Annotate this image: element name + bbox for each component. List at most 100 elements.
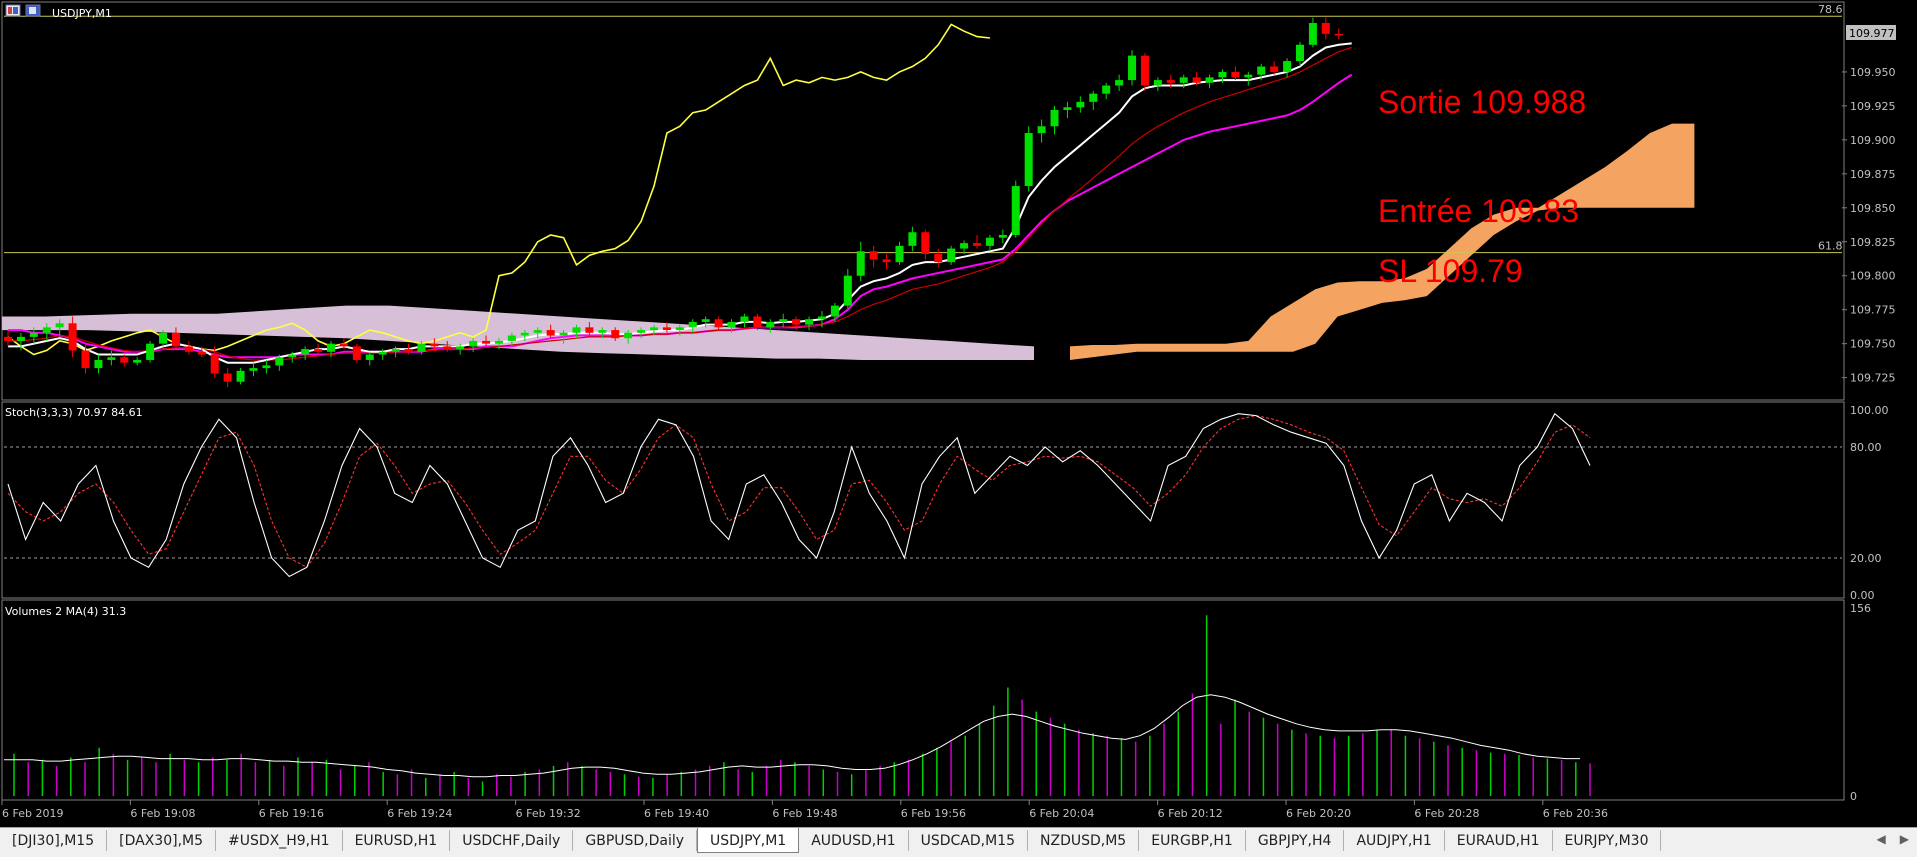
candle-body (973, 243, 981, 246)
volume-tick-label: 0 (1850, 790, 1857, 803)
tab-eurusd-h1[interactable]: EURUSD,H1 (343, 830, 451, 851)
tab-usdcad-m15[interactable]: USDCAD,M15 (909, 830, 1029, 851)
candle-body (598, 330, 607, 333)
candle-body (443, 346, 452, 350)
candle-body (507, 335, 516, 341)
price-tick-label: 109.725 (1850, 372, 1896, 385)
candle-body (688, 321, 697, 328)
candle-body (559, 332, 568, 336)
candle-body (1050, 109, 1059, 127)
candle-body (1076, 101, 1085, 108)
triangle-right-icon[interactable]: ▶ (1900, 832, 1909, 846)
mt4-chart[interactable]: 78.6 61.8 109.950 109.925 109.900 109.875 109… (0, 0, 1917, 827)
candle-body (843, 275, 852, 306)
price-tick-label: 109.800 (1850, 270, 1896, 283)
candle-body (520, 332, 529, 336)
candle-body (494, 340, 503, 344)
tab-euraud-h1[interactable]: EURAUD,H1 (1445, 830, 1553, 851)
candle-body (404, 349, 413, 352)
time-tick-label: 6 Feb 2019 (2, 807, 63, 820)
candle-body (533, 330, 542, 333)
candle-body (1024, 133, 1033, 187)
candle-body (1321, 23, 1330, 34)
chart-tab-bar: [DJI30],M15 [DAX30],M5 #USDX_H9,H1 EURUSD,H… (0, 827, 1917, 857)
candle-body (792, 319, 801, 325)
price-tick-label: 109.875 (1850, 168, 1896, 181)
time-tick-label: 6 Feb 19:32 (516, 807, 581, 820)
tab-dji30-m15[interactable]: [DJI30],M15 (0, 830, 108, 851)
candle-body (1308, 23, 1317, 45)
candle-body (68, 323, 77, 351)
candle-body (456, 346, 465, 350)
time-tick-label: 6 Feb 20:04 (1029, 807, 1094, 820)
stoch-tick-label: 100.00 (1850, 404, 1889, 417)
candle-body (572, 327, 581, 333)
candle-body (4, 336, 12, 341)
candle-body (365, 354, 374, 360)
candle-body (184, 346, 193, 352)
candle-body (1037, 126, 1046, 134)
candle-body (1283, 61, 1292, 72)
candle-body (16, 336, 25, 341)
price-tick-label: 109.900 (1850, 134, 1896, 147)
triangle-left-icon[interactable]: ◀ (1877, 832, 1886, 846)
fib-label: 78.6 (1818, 3, 1843, 16)
tab-dax30-m5[interactable]: [DAX30],M5 (107, 830, 217, 851)
volume-tick-label: 156 (1850, 602, 1871, 615)
candle-body (171, 332, 180, 347)
time-tick-label: 6 Feb 20:12 (1158, 807, 1223, 820)
candle-body (585, 327, 594, 333)
candle-body (1063, 107, 1072, 110)
candle-body (934, 253, 943, 263)
candle-body (662, 327, 671, 331)
candle-body (1128, 55, 1137, 81)
tab-audusd-h1[interactable]: AUDUSD,H1 (799, 830, 909, 851)
candle-body (1089, 93, 1098, 102)
entry-annotation: Entrée 109.83 (1378, 193, 1579, 229)
candle-body (55, 323, 64, 328)
candle-body (1231, 71, 1240, 78)
candle-body (417, 343, 426, 352)
current-price-label: 109.977 (1849, 27, 1895, 40)
candle-body (1011, 186, 1020, 235)
exit-annotation: Sortie 109.988 (1378, 84, 1586, 120)
price-tick-label: 109.925 (1850, 100, 1896, 113)
tab-gbpjpy-h4[interactable]: GBPJPY,H4 (1246, 830, 1345, 851)
candle-body (624, 332, 633, 339)
price-tick-label: 109.825 (1850, 236, 1896, 249)
fib-label: 61.8 (1818, 240, 1843, 253)
candle-body (81, 350, 90, 369)
time-tick-label: 6 Feb 20:20 (1286, 807, 1351, 820)
candle-body (637, 330, 646, 333)
tab-audjpy-h1[interactable]: AUDJPY,H1 (1344, 830, 1445, 851)
candle-body (107, 357, 116, 360)
candle-body (1192, 77, 1201, 83)
tab-usdx-h9-h1[interactable]: #USDX_H9,H1 (216, 830, 343, 851)
tab-gbpusd-daily[interactable]: GBPUSD,Daily (573, 830, 698, 851)
candle-body (1218, 71, 1227, 78)
candle-body (391, 349, 400, 352)
tab-nzdusd-m5[interactable]: NZDUSD,M5 (1028, 830, 1140, 851)
tab-usdjpy-m1[interactable]: USDJPY,M1 (697, 828, 800, 853)
candle-body (378, 351, 387, 355)
tab-list: [DJI30],M15 [DAX30],M5 #USDX_H9,H1 EURUSD,H… (0, 828, 1662, 854)
chart-title: USDJPY,M1 (52, 7, 112, 20)
candle-body (766, 321, 775, 328)
candle-body (146, 343, 155, 360)
candle-body (740, 316, 749, 322)
candle-body (482, 340, 491, 344)
tab-eurgbp-h1[interactable]: EURGBP,H1 (1139, 830, 1246, 851)
candle-body (998, 234, 1007, 238)
tab-usdchf-daily[interactable]: USDCHF,Daily (450, 830, 574, 851)
candle-body (288, 354, 297, 358)
candle-body (159, 332, 168, 344)
tab-eurjpy-m30[interactable]: EURJPY,M30 (1553, 830, 1662, 851)
candle-body (779, 319, 788, 322)
candle-body (895, 245, 904, 263)
time-tick-label: 6 Feb 19:40 (644, 807, 709, 820)
price-tick-label: 109.950 (1850, 66, 1896, 79)
candle-body (947, 248, 956, 263)
candle-body (469, 340, 478, 347)
candle-body (339, 343, 348, 347)
candle-body (249, 368, 258, 371)
